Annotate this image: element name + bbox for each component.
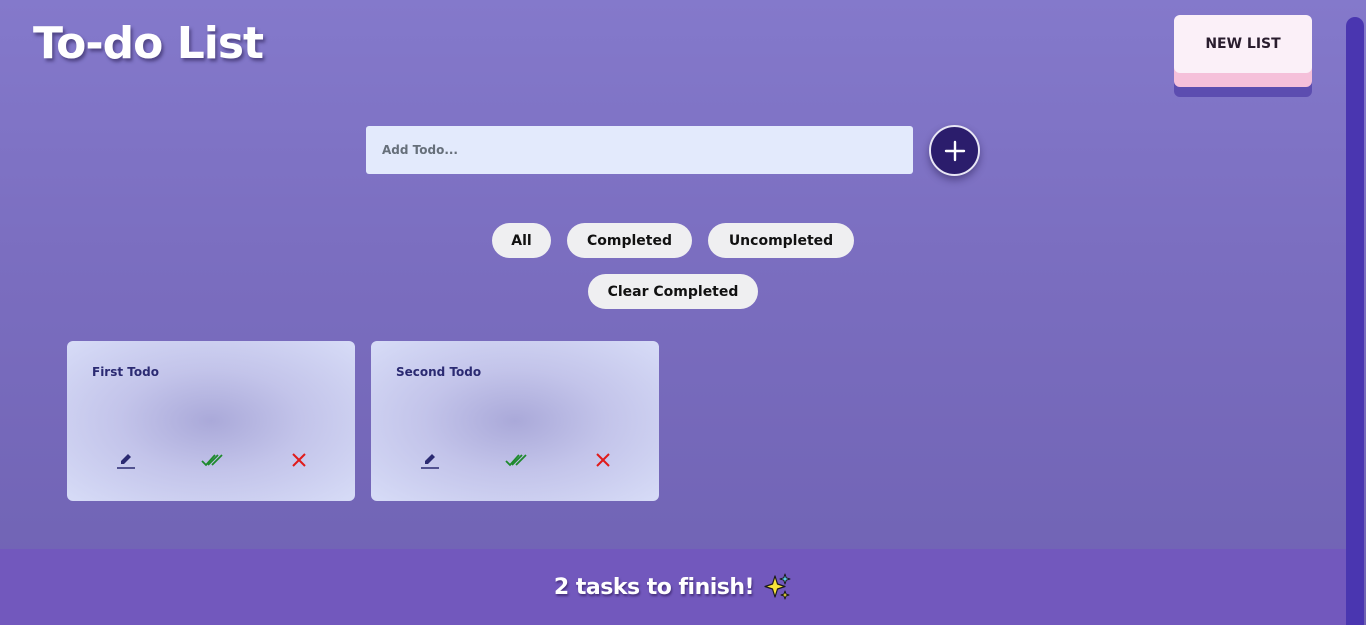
delete-todo-button[interactable] [591,449,615,471]
page-title: To-do List [33,18,264,69]
delete-todo-button[interactable] [287,449,311,471]
todo-title: Second Todo [396,365,482,379]
edit-icon [117,454,135,469]
complete-icon [505,454,527,467]
todo-title: First Todo [92,365,159,379]
edit-icon [421,454,439,469]
add-todo-input[interactable] [366,126,913,174]
new-list-button-wrapper: NEW LIST [1174,15,1312,97]
new-list-button[interactable]: NEW LIST [1174,15,1312,73]
plus-icon [944,140,965,161]
delete-icon [596,453,610,467]
complete-icon [201,454,223,467]
filter-all-button[interactable]: All [492,223,551,258]
tasks-remaining-message: 2 tasks to finish! [553,574,755,600]
complete-todo-button[interactable] [504,449,528,471]
edit-todo-button[interactable] [418,449,442,471]
todo-card: Second Todo [371,341,659,501]
todo-card: First Todo [67,341,355,501]
scrollbar-thumb[interactable] [1346,17,1364,625]
clear-completed-button[interactable]: Clear Completed [588,274,758,309]
add-todo-button[interactable] [929,125,980,176]
filter-completed-button[interactable]: Completed [567,223,692,258]
filter-uncompleted-button[interactable]: Uncompleted [708,223,854,258]
footer-bar: 2 tasks to finish! [0,549,1346,625]
delete-icon [292,453,306,467]
complete-todo-button[interactable] [200,449,224,471]
sparkles-icon [762,572,792,602]
edit-todo-button[interactable] [114,449,138,471]
